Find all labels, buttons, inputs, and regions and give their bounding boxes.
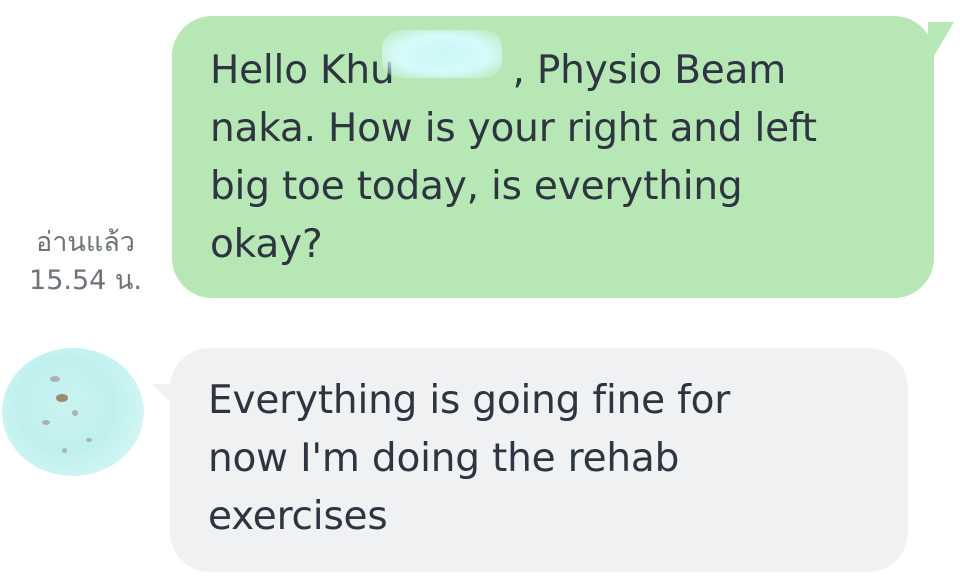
message-timestamp: 15.54 น. — [29, 265, 142, 296]
sent-message-line-3: big toe today, is everything — [210, 164, 743, 209]
sent-message-line-4: okay? — [210, 222, 323, 267]
received-message-text: Everything is going fine for now I'm doi… — [208, 372, 888, 546]
received-message-bubble[interactable]: Everything is going fine for now I'm doi… — [170, 348, 908, 572]
received-message-line-1: Everything is going fine for — [208, 378, 731, 423]
sent-greeting-text: Hello Khu — [210, 48, 395, 93]
sent-message-text: Hello Khu , Physio Beam naka. How is your… — [210, 42, 910, 274]
sent-message-line-1: Hello Khu , Physio Beam — [210, 42, 910, 100]
sent-bubble-tail — [928, 22, 954, 66]
avatar[interactable] — [2, 348, 144, 476]
received-message-line-2: now I'm doing the rehab — [208, 436, 680, 481]
sent-message-line-2: naka. How is your right and left — [210, 106, 817, 151]
sent-line1-suffix: , Physio Beam — [512, 48, 787, 93]
received-message-line-3: exercises — [208, 494, 388, 539]
sent-message-bubble[interactable]: Hello Khu , Physio Beam naka. How is your… — [172, 16, 934, 298]
message-meta: อ่านแล้ว 15.54 น. — [18, 224, 153, 300]
read-status-label: อ่านแล้ว — [36, 227, 135, 258]
redaction-blur — [382, 30, 502, 78]
